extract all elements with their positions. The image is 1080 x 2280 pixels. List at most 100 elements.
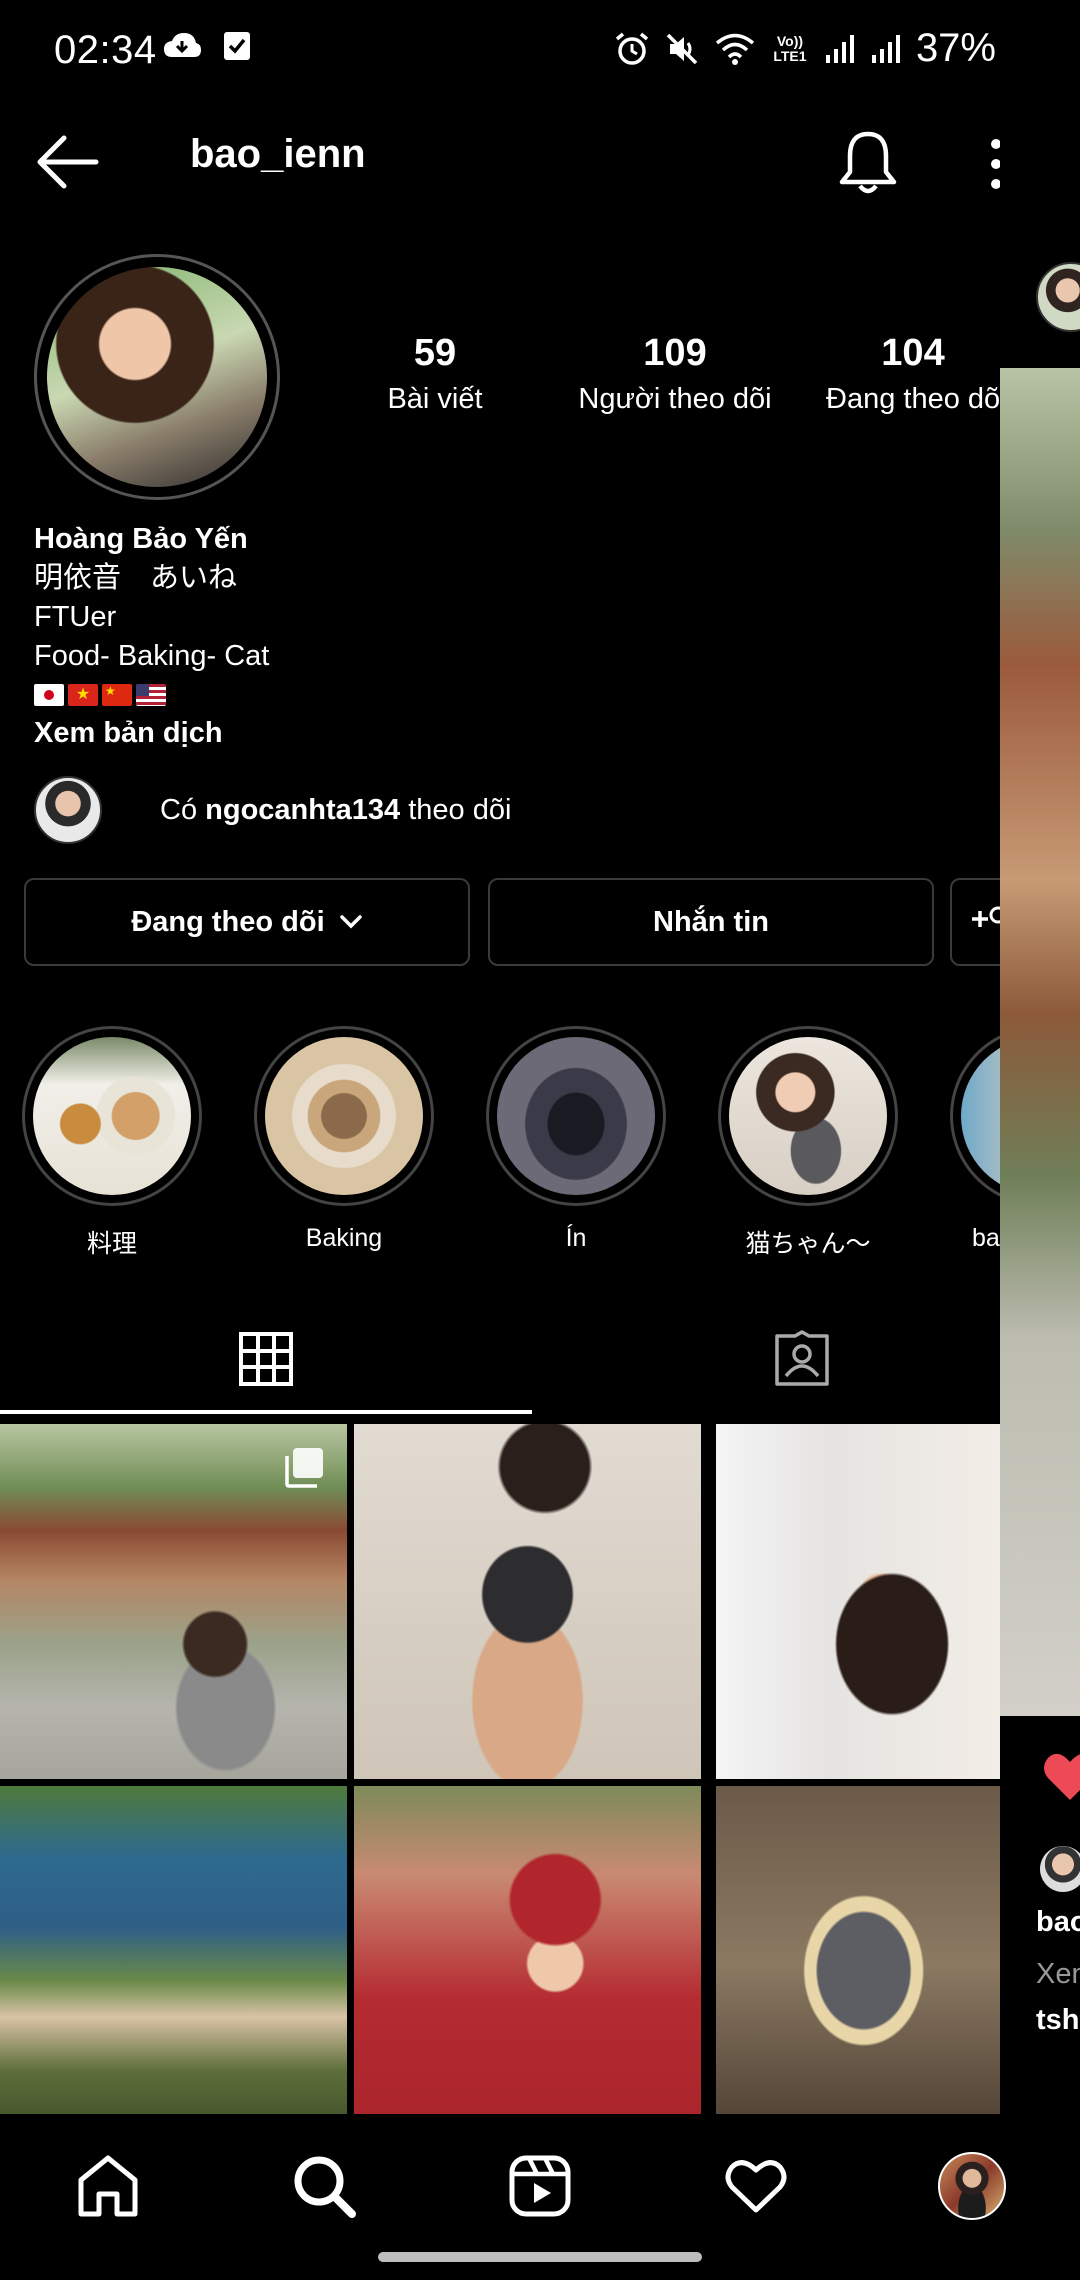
add-person-icon <box>972 906 1004 927</box>
post-thumbnail[interactable] <box>716 1424 1000 1779</box>
nav-home[interactable] <box>70 2148 146 2224</box>
followers-count-label: Người theo dõi <box>578 383 772 415</box>
see-translation-link[interactable]: Xem bản dịch <box>34 714 674 753</box>
tab-tagged[interactable] <box>536 1300 1068 1418</box>
followers-count[interactable]: 109 Người theo dõi <box>570 332 780 416</box>
highlight-ring <box>486 1026 666 1206</box>
following-button[interactable]: Đang theo dõi <box>24 878 470 966</box>
following-count[interactable]: 104 Đang theo dõ <box>826 332 1000 416</box>
highlight-item[interactable]: Ín <box>486 1026 666 1253</box>
highlight-ring <box>950 1026 1000 1206</box>
nav-search[interactable] <box>286 2148 362 2224</box>
highlight-label: Baking <box>305 1224 383 1252</box>
following-button-label: Đang theo dõi <box>131 905 325 938</box>
signal-icon <box>871 34 900 63</box>
home-indicator[interactable] <box>378 2252 702 2262</box>
peek-user-avatar <box>1040 1846 1080 1892</box>
post-image <box>716 1786 1000 2114</box>
bell-icon <box>839 131 897 194</box>
peek-post-image <box>1000 368 1080 1716</box>
post-thumbnail[interactable] <box>716 1786 1000 2114</box>
highlight-label: 料理 <box>86 1230 137 1258</box>
highlight-item[interactable]: Baking <box>254 1026 434 1253</box>
usa-flag <box>136 684 166 706</box>
notifications-button[interactable] <box>838 128 902 198</box>
side-peek-panel[interactable]: bao Xen tshi <box>1000 0 1080 2280</box>
battery-percent: 37% <box>915 26 996 70</box>
profile-tabs <box>0 1300 1000 1418</box>
highlight-item[interactable]: 料理 <box>22 1026 202 1260</box>
bio-line: 明依音 あいね <box>34 562 238 594</box>
post-image <box>0 1786 347 2114</box>
chevron-down-icon <box>339 915 362 929</box>
post-image <box>716 1424 1000 1779</box>
posts-count-label: Bài viết <box>387 383 483 415</box>
signal-icon <box>825 34 854 63</box>
peek-avatar <box>1036 262 1080 332</box>
mutual-follower-avatar <box>34 776 102 844</box>
carousel-icon <box>285 1448 323 1488</box>
reels-icon <box>509 2155 571 2217</box>
highlight-label: ba <box>972 1224 1000 1252</box>
nav-reels[interactable] <box>502 2148 578 2224</box>
status-bar: 02:34 Vo)) LTE1 37% <box>0 0 1080 100</box>
heart-icon <box>725 2160 787 2213</box>
profile-username: bao_ienn <box>190 132 366 176</box>
profile-avatar <box>47 267 267 487</box>
post-thumbnail[interactable] <box>354 1424 701 1779</box>
message-button[interactable]: Nhắn tin <box>488 878 934 966</box>
profile-header: bao_ienn <box>0 110 1001 210</box>
profile-avatar <box>938 2152 1006 2220</box>
highlight-cover <box>961 1037 1000 1195</box>
active-tab-indicator <box>0 1410 532 1414</box>
message-button-label: Nhắn tin <box>653 905 769 938</box>
highlight-cover <box>33 1037 191 1195</box>
highlight-item[interactable]: 猫ちゃん〜 <box>718 1026 898 1260</box>
tab-posts-grid[interactable] <box>0 1300 532 1418</box>
highlight-cover <box>497 1037 655 1195</box>
post-image <box>354 1786 701 2114</box>
back-button[interactable] <box>36 134 106 190</box>
nav-activity[interactable] <box>718 2148 794 2224</box>
posts-grid <box>0 1424 1000 2114</box>
mutual-followers[interactable]: Có ngocanhta134 theo dõi <box>34 776 511 844</box>
mutual-followers-text: Có ngocanhta134 theo dõi <box>160 793 512 826</box>
bio-line: Food- Baking- Cat <box>34 640 270 672</box>
posts-count-value: 59 <box>413 332 457 374</box>
posts-count[interactable]: 59 Bài viết <box>380 332 490 416</box>
highlight-cover <box>729 1037 887 1195</box>
vietnam-flag: ★ <box>68 684 98 706</box>
alarm-icon <box>615 32 649 65</box>
status-time: 02:34 <box>54 28 157 72</box>
cloud-icon <box>164 33 201 57</box>
following-count-value: 104 <box>881 332 945 374</box>
china-flag: ★ <box>102 684 132 706</box>
post-image <box>354 1424 701 1779</box>
highlight-ring <box>718 1026 898 1206</box>
grid-icon <box>239 1332 293 1386</box>
profile-avatar-ring[interactable] <box>34 254 280 500</box>
highlight-ring <box>254 1026 434 1206</box>
post-thumbnail[interactable] <box>0 1424 347 1779</box>
followers-count-value: 109 <box>643 332 707 374</box>
bio-flags: ★ ★ <box>34 678 674 712</box>
heart-filled-icon[interactable] <box>1040 1748 1080 1804</box>
check-box-icon <box>224 32 250 60</box>
mutual-follower-username: ngocanhta134 <box>205 793 401 826</box>
status-right-icons: Vo)) LTE1 37% <box>614 26 1032 71</box>
following-count-label: Đang theo dõ <box>826 383 1000 415</box>
wifi-icon <box>715 33 755 65</box>
highlight-cover <box>265 1037 423 1195</box>
highlight-ring <box>22 1026 202 1206</box>
japan-flag <box>34 684 64 706</box>
peek-username: bao <box>1036 1906 1080 1938</box>
bio-line: FTUer <box>34 601 117 633</box>
highlight-item[interactable]: ba <box>950 1026 1000 1253</box>
post-thumbnail[interactable] <box>0 1786 347 2114</box>
nav-profile[interactable] <box>934 2148 1010 2224</box>
tagged-icon <box>775 1330 829 1386</box>
highlight-label: Ín <box>565 1224 587 1252</box>
post-thumbnail[interactable] <box>354 1786 701 2114</box>
peek-view-text: Xen <box>1036 1958 1080 1990</box>
search-icon <box>294 2156 356 2218</box>
